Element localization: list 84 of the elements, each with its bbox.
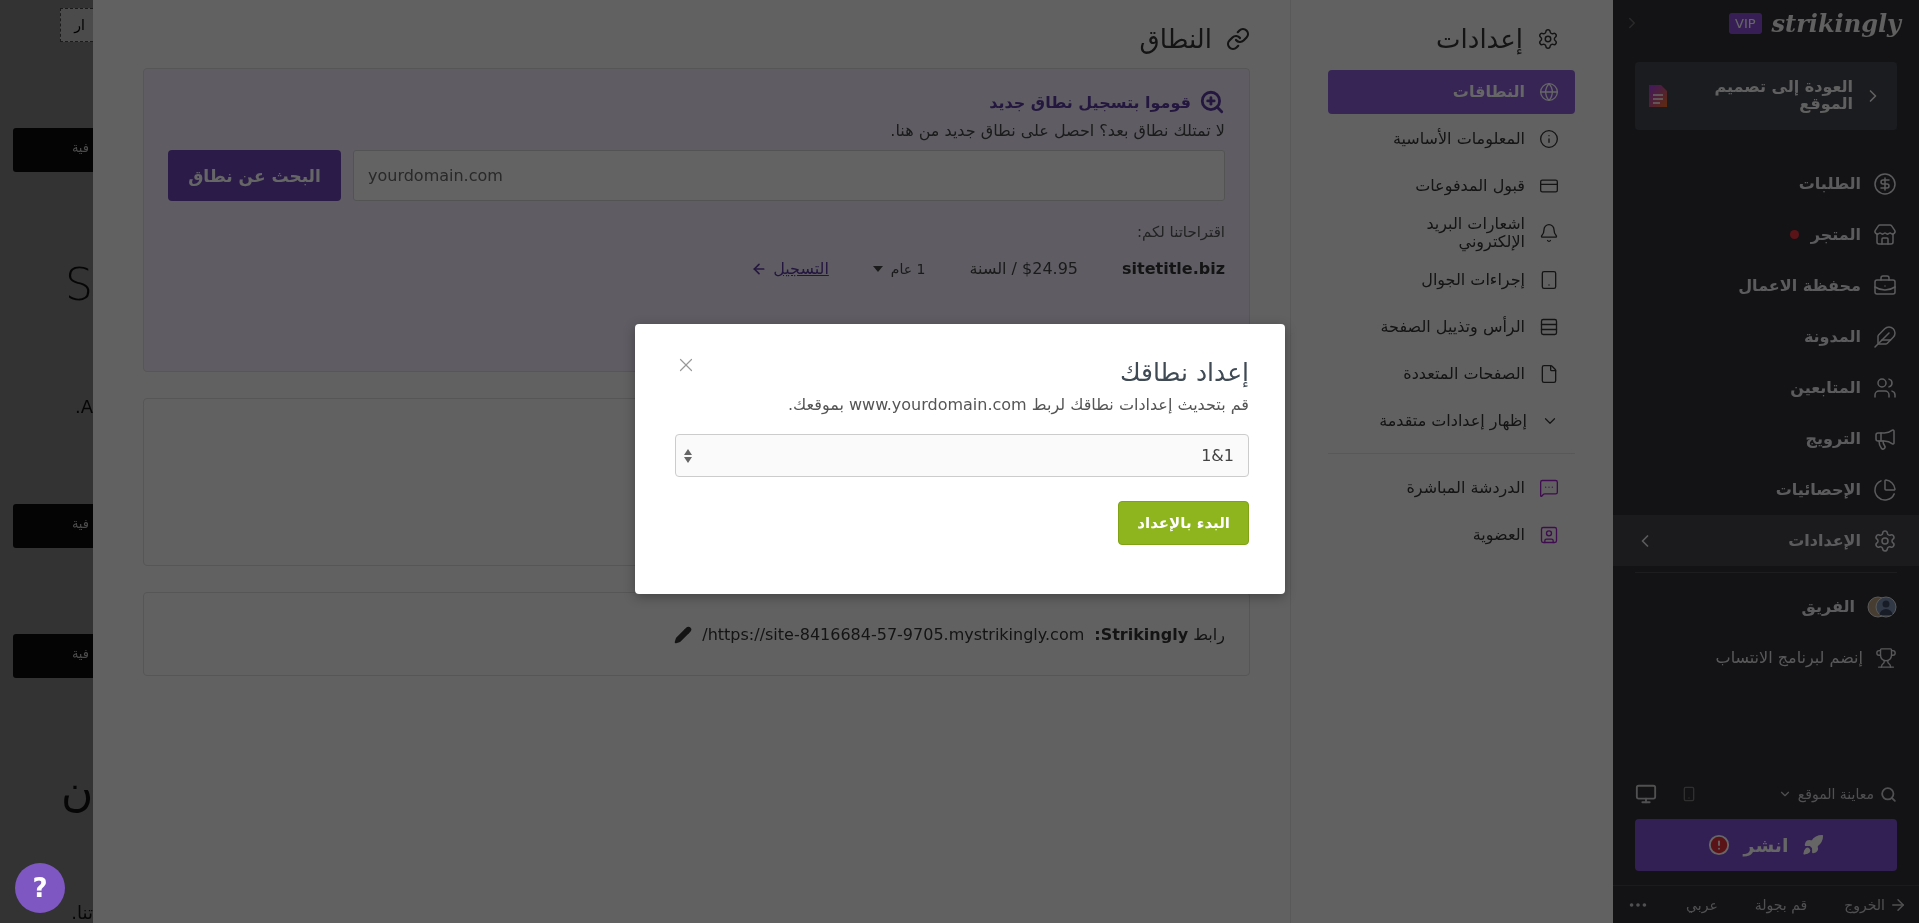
desktop-icon[interactable] — [1635, 783, 1657, 805]
zoom-in-icon — [1199, 89, 1225, 115]
nav-item[interactable]: المدونة — [1613, 311, 1919, 362]
site-url-link[interactable]: https://site-8416684-57-9705.mystrikingly.com/ — [702, 625, 1085, 644]
page-icon — [1649, 85, 1667, 107]
term-dropdown[interactable]: 1 عام — [872, 260, 926, 277]
bell-icon — [1539, 223, 1559, 243]
site-text: ار — [60, 8, 93, 42]
file-icon — [1539, 364, 1559, 384]
nav-label: الطلبات — [1798, 174, 1861, 193]
pie-chart-icon — [1873, 477, 1897, 502]
settings-menu-item[interactable]: النطاقات — [1328, 70, 1575, 114]
edit-icon[interactable] — [674, 625, 693, 644]
feather-icon — [1873, 324, 1897, 349]
domain-search-field[interactable]: yourdomain.com — [353, 150, 1225, 201]
nav-label: الإعدادات — [1788, 531, 1861, 550]
vip-badge: VIP — [1729, 12, 1762, 34]
rocket-icon — [1802, 834, 1825, 856]
spinner-arrows-icon — [684, 448, 692, 463]
settings-menu-item[interactable]: الرأس وتذييل الصفحة — [1328, 305, 1575, 349]
nav-label: الترويج — [1805, 429, 1861, 448]
nav-item[interactable]: المتجر — [1613, 209, 1919, 260]
site-button[interactable]: فية — [13, 634, 93, 679]
globe-icon — [1539, 82, 1559, 102]
megaphone-icon — [1873, 426, 1897, 451]
briefcase-icon — [1873, 273, 1897, 298]
mobile-icon[interactable] — [1681, 786, 1697, 802]
provider-select[interactable]: 1&1 — [675, 434, 1249, 477]
tablet-icon — [1539, 270, 1559, 290]
site-button[interactable]: فية — [13, 503, 93, 548]
trophy-icon — [1875, 646, 1897, 669]
user-card-icon — [1539, 525, 1559, 545]
users-icon — [1873, 375, 1897, 400]
chat-icon — [1539, 478, 1559, 498]
nav-label: الفريق — [1801, 597, 1855, 616]
dialog-title: إعداد نطاقك — [1119, 358, 1249, 387]
link-icon — [1226, 27, 1250, 51]
nav-label: المتجر — [1810, 225, 1861, 244]
settings-menu-item[interactable]: الدردشة المباشرة — [1328, 466, 1575, 510]
settings-icon — [1873, 528, 1897, 553]
settings-menu-item[interactable]: اشعارات البريد الإلكتروني — [1328, 211, 1575, 255]
dialog-description: قم بتحديث إعدادات نطاقك لربط www.yourdomain.com بموقعك. — [786, 395, 1249, 414]
site-button[interactable]: فية — [13, 128, 93, 173]
nav-label: محفظة الاعمال — [1738, 276, 1861, 295]
nav-item[interactable]: الإحصائيات — [1613, 464, 1919, 515]
suggestions-label: اقتراحاتنا لكم: — [1135, 223, 1225, 241]
nav-item[interactable]: الترويج — [1613, 413, 1919, 464]
register-title: قوموا بتسجيل نطاق جديد — [989, 92, 1191, 112]
settings-menu-item[interactable]: المعلومات الأساسية — [1328, 117, 1575, 161]
info-icon — [1539, 129, 1559, 149]
nav-label: إنضم لبرنامج الانتساب — [1715, 648, 1863, 667]
register-description: لا تمتلك نطاق بعد؟ احصل على نطاق جديد من هنا. — [889, 121, 1225, 140]
nav-label: الإحصائيات — [1775, 480, 1861, 499]
avatars-icon — [1867, 595, 1897, 618]
nav-item[interactable]: الطلبات — [1613, 158, 1919, 209]
rows-icon — [1539, 317, 1559, 337]
settings-menu-item[interactable]: الصفحات المتعددة — [1328, 352, 1575, 396]
publish-button[interactable]: انشر — [1635, 819, 1897, 871]
search-icon — [1880, 785, 1897, 803]
settings-menu-item[interactable]: إجراءات الجوال — [1328, 258, 1575, 302]
settings-menu-item[interactable]: العضوية — [1328, 513, 1575, 557]
nav-label: المتابعين — [1790, 378, 1861, 397]
domain-title: النطاق — [1139, 24, 1212, 54]
nav-item[interactable]: محفظة الاعمال — [1613, 260, 1919, 311]
back-to-design-button[interactable]: العودة إلى تصميم الموقع — [1635, 62, 1897, 130]
domain-price: $24.95 / السنة — [969, 259, 1079, 278]
nav-item[interactable]: الفريق — [1613, 581, 1919, 632]
settings-menu-item[interactable]: قبول المدفوعات — [1328, 164, 1575, 208]
register-link[interactable]: التسجيل — [751, 259, 829, 278]
dollar-icon — [1873, 171, 1897, 196]
domain-name: sitetitle.biz — [1122, 259, 1225, 278]
settings-icon — [1537, 28, 1559, 50]
settings-title: إعدادات — [1436, 24, 1523, 54]
nav-item[interactable]: إنضم لبرنامج الانتساب — [1613, 632, 1919, 683]
nav-item[interactable]: الإعدادات — [1613, 515, 1919, 566]
nav-item[interactable]: المتابعين — [1613, 362, 1919, 413]
search-domain-button[interactable]: البحث عن نطاق — [168, 150, 341, 201]
alert-icon — [1707, 834, 1730, 856]
store-icon — [1873, 222, 1897, 247]
nav-label: المدونة — [1803, 327, 1861, 346]
advanced-settings-toggle[interactable]: إظهار إعدادات متقدمة — [1328, 399, 1575, 443]
start-setup-button[interactable]: البدء بالإعداد — [1118, 501, 1249, 545]
caret-icon — [872, 265, 883, 272]
logo[interactable]: strikingly — [1771, 8, 1901, 38]
